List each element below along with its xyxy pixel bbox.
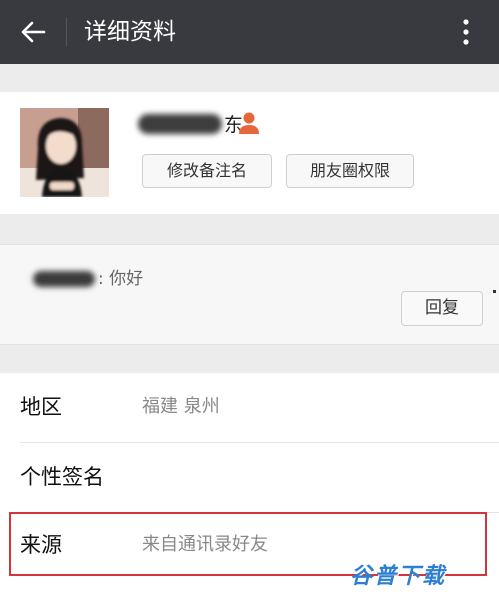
- stray-dot: [493, 290, 496, 293]
- contact-name: 东: [138, 112, 243, 138]
- detail-list: 地区 福建 泉州 个性签名 来源 来自通讯录好友: [0, 373, 499, 595]
- profile-card: 东 修改备注名 朋友圈权限: [0, 92, 499, 214]
- top-bar: 详细资料: [0, 0, 499, 64]
- page-title: 详细资料: [84, 19, 176, 45]
- arrow-left-icon[interactable]: [18, 17, 48, 47]
- more-vertical-icon[interactable]: [456, 16, 476, 48]
- person-icon: [239, 112, 259, 134]
- avatar-photo: [20, 108, 109, 197]
- header-divider: [66, 18, 67, 46]
- sender-redaction: [33, 271, 95, 287]
- signature-row: 个性签名: [0, 443, 499, 513]
- region-label: 地区: [20, 395, 62, 419]
- reply-button[interactable]: 回复: [401, 291, 483, 326]
- watermark: 谷普下载: [350, 564, 447, 589]
- name-suffix: 东: [224, 114, 244, 136]
- edit-remark-button[interactable]: 修改备注名: [142, 154, 272, 188]
- region-value: 福建 泉州: [142, 396, 220, 417]
- signature-label: 个性签名: [20, 465, 104, 489]
- avatar[interactable]: [20, 108, 109, 197]
- moments-permission-button[interactable]: 朋友圈权限: [286, 154, 414, 188]
- region-row: 地区 福建 泉州: [0, 373, 499, 443]
- message-preview: : 你好: [28, 267, 143, 291]
